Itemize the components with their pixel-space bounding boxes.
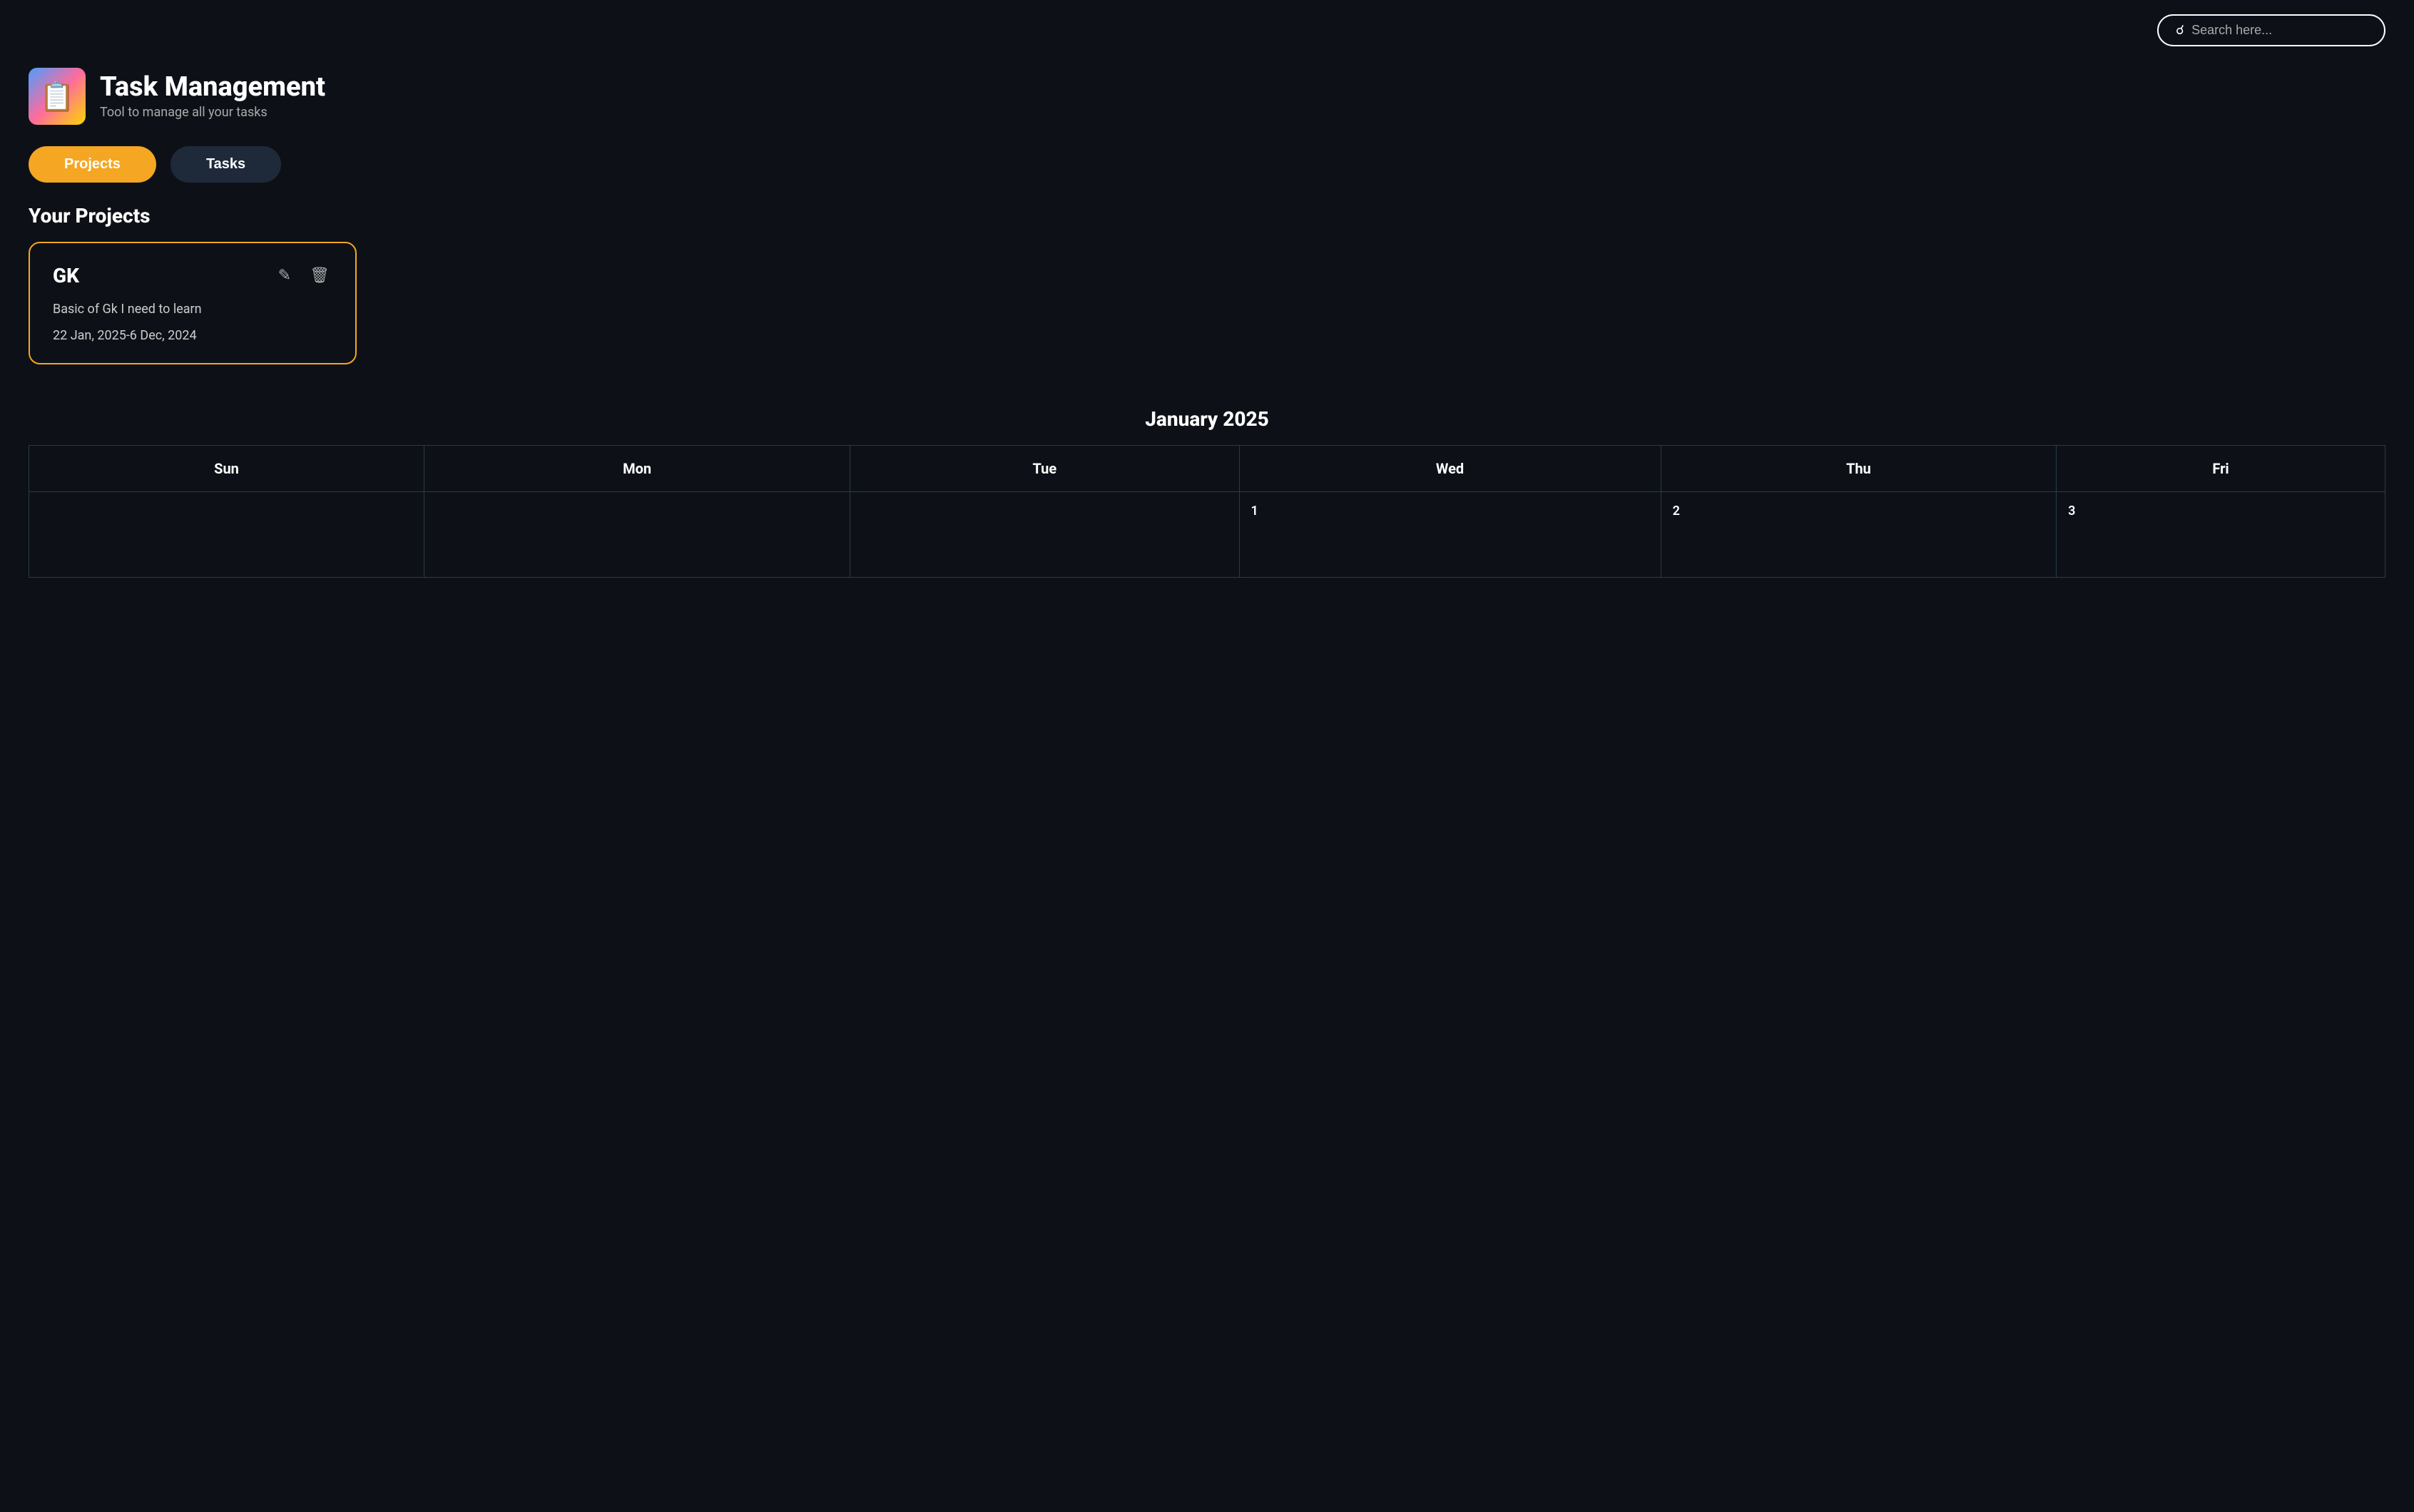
tab-container: Projects Tasks: [0, 146, 2414, 204]
calendar-week-row: 1 2 3: [29, 492, 2385, 578]
header: ☌: [0, 0, 2414, 61]
calendar-section: January 2025 Sun Mon Tue Wed Thu Fri 1: [0, 393, 2414, 592]
project-card-header: GK ✎ 🗑: [53, 263, 332, 287]
day-number-1: 1: [1251, 504, 1258, 519]
search-icon: ☌: [2176, 23, 2184, 38]
project-actions: ✎ 🗑: [275, 263, 332, 287]
day-header-mon: Mon: [424, 446, 850, 492]
trash-icon: 🗑: [310, 266, 330, 284]
edit-project-button[interactable]: ✎: [275, 263, 294, 287]
calendar-title: January 2025: [29, 407, 2385, 431]
day-header-thu: Thu: [1661, 446, 2057, 492]
projects-section-title: Your Projects: [0, 204, 2414, 242]
app-title-group: Task Management Tool to manage all your …: [100, 73, 325, 121]
project-name: GK: [53, 264, 79, 287]
calendar-cell-empty-3: [850, 492, 1239, 578]
day-header-tue: Tue: [850, 446, 1239, 492]
app-logo: 📋: [29, 68, 86, 125]
app-title: Task Management: [100, 73, 325, 103]
calendar-cell-1[interactable]: 1: [1239, 492, 1661, 578]
calendar-grid: Sun Mon Tue Wed Thu Fri 1 2 3: [29, 445, 2385, 578]
app-subtitle: Tool to manage all your tasks: [100, 105, 325, 120]
edit-icon: ✎: [278, 266, 291, 284]
tab-projects[interactable]: Projects: [29, 146, 156, 183]
project-dates: 22 Jan, 2025-6 Dec, 2024: [53, 328, 332, 343]
project-description: Basic of Gk I need to learn: [53, 302, 332, 317]
calendar-cell-empty-2: [424, 492, 850, 578]
app-header: 📋 Task Management Tool to manage all you…: [0, 61, 2414, 146]
tab-tasks[interactable]: Tasks: [170, 146, 281, 183]
day-header-wed: Wed: [1239, 446, 1661, 492]
delete-project-button[interactable]: 🗑: [307, 263, 332, 287]
day-header-fri: Fri: [2057, 446, 2385, 492]
calendar-cell-3[interactable]: 3: [2057, 492, 2385, 578]
projects-container: GK ✎ 🗑 Basic of Gk I need to learn 22 Ja…: [0, 242, 2414, 393]
search-container: ☌: [2157, 14, 2385, 46]
calendar-cell-2[interactable]: 2: [1661, 492, 2057, 578]
day-header-sun: Sun: [29, 446, 424, 492]
search-input[interactable]: [2191, 23, 2367, 38]
calendar-header-row: Sun Mon Tue Wed Thu Fri: [29, 446, 2385, 492]
day-number-3: 3: [2068, 504, 2075, 519]
day-number-2: 2: [1673, 504, 1680, 519]
app-logo-icon: 📋: [39, 80, 75, 113]
calendar-cell-empty-1: [29, 492, 424, 578]
project-card: GK ✎ 🗑 Basic of Gk I need to learn 22 Ja…: [29, 242, 357, 364]
